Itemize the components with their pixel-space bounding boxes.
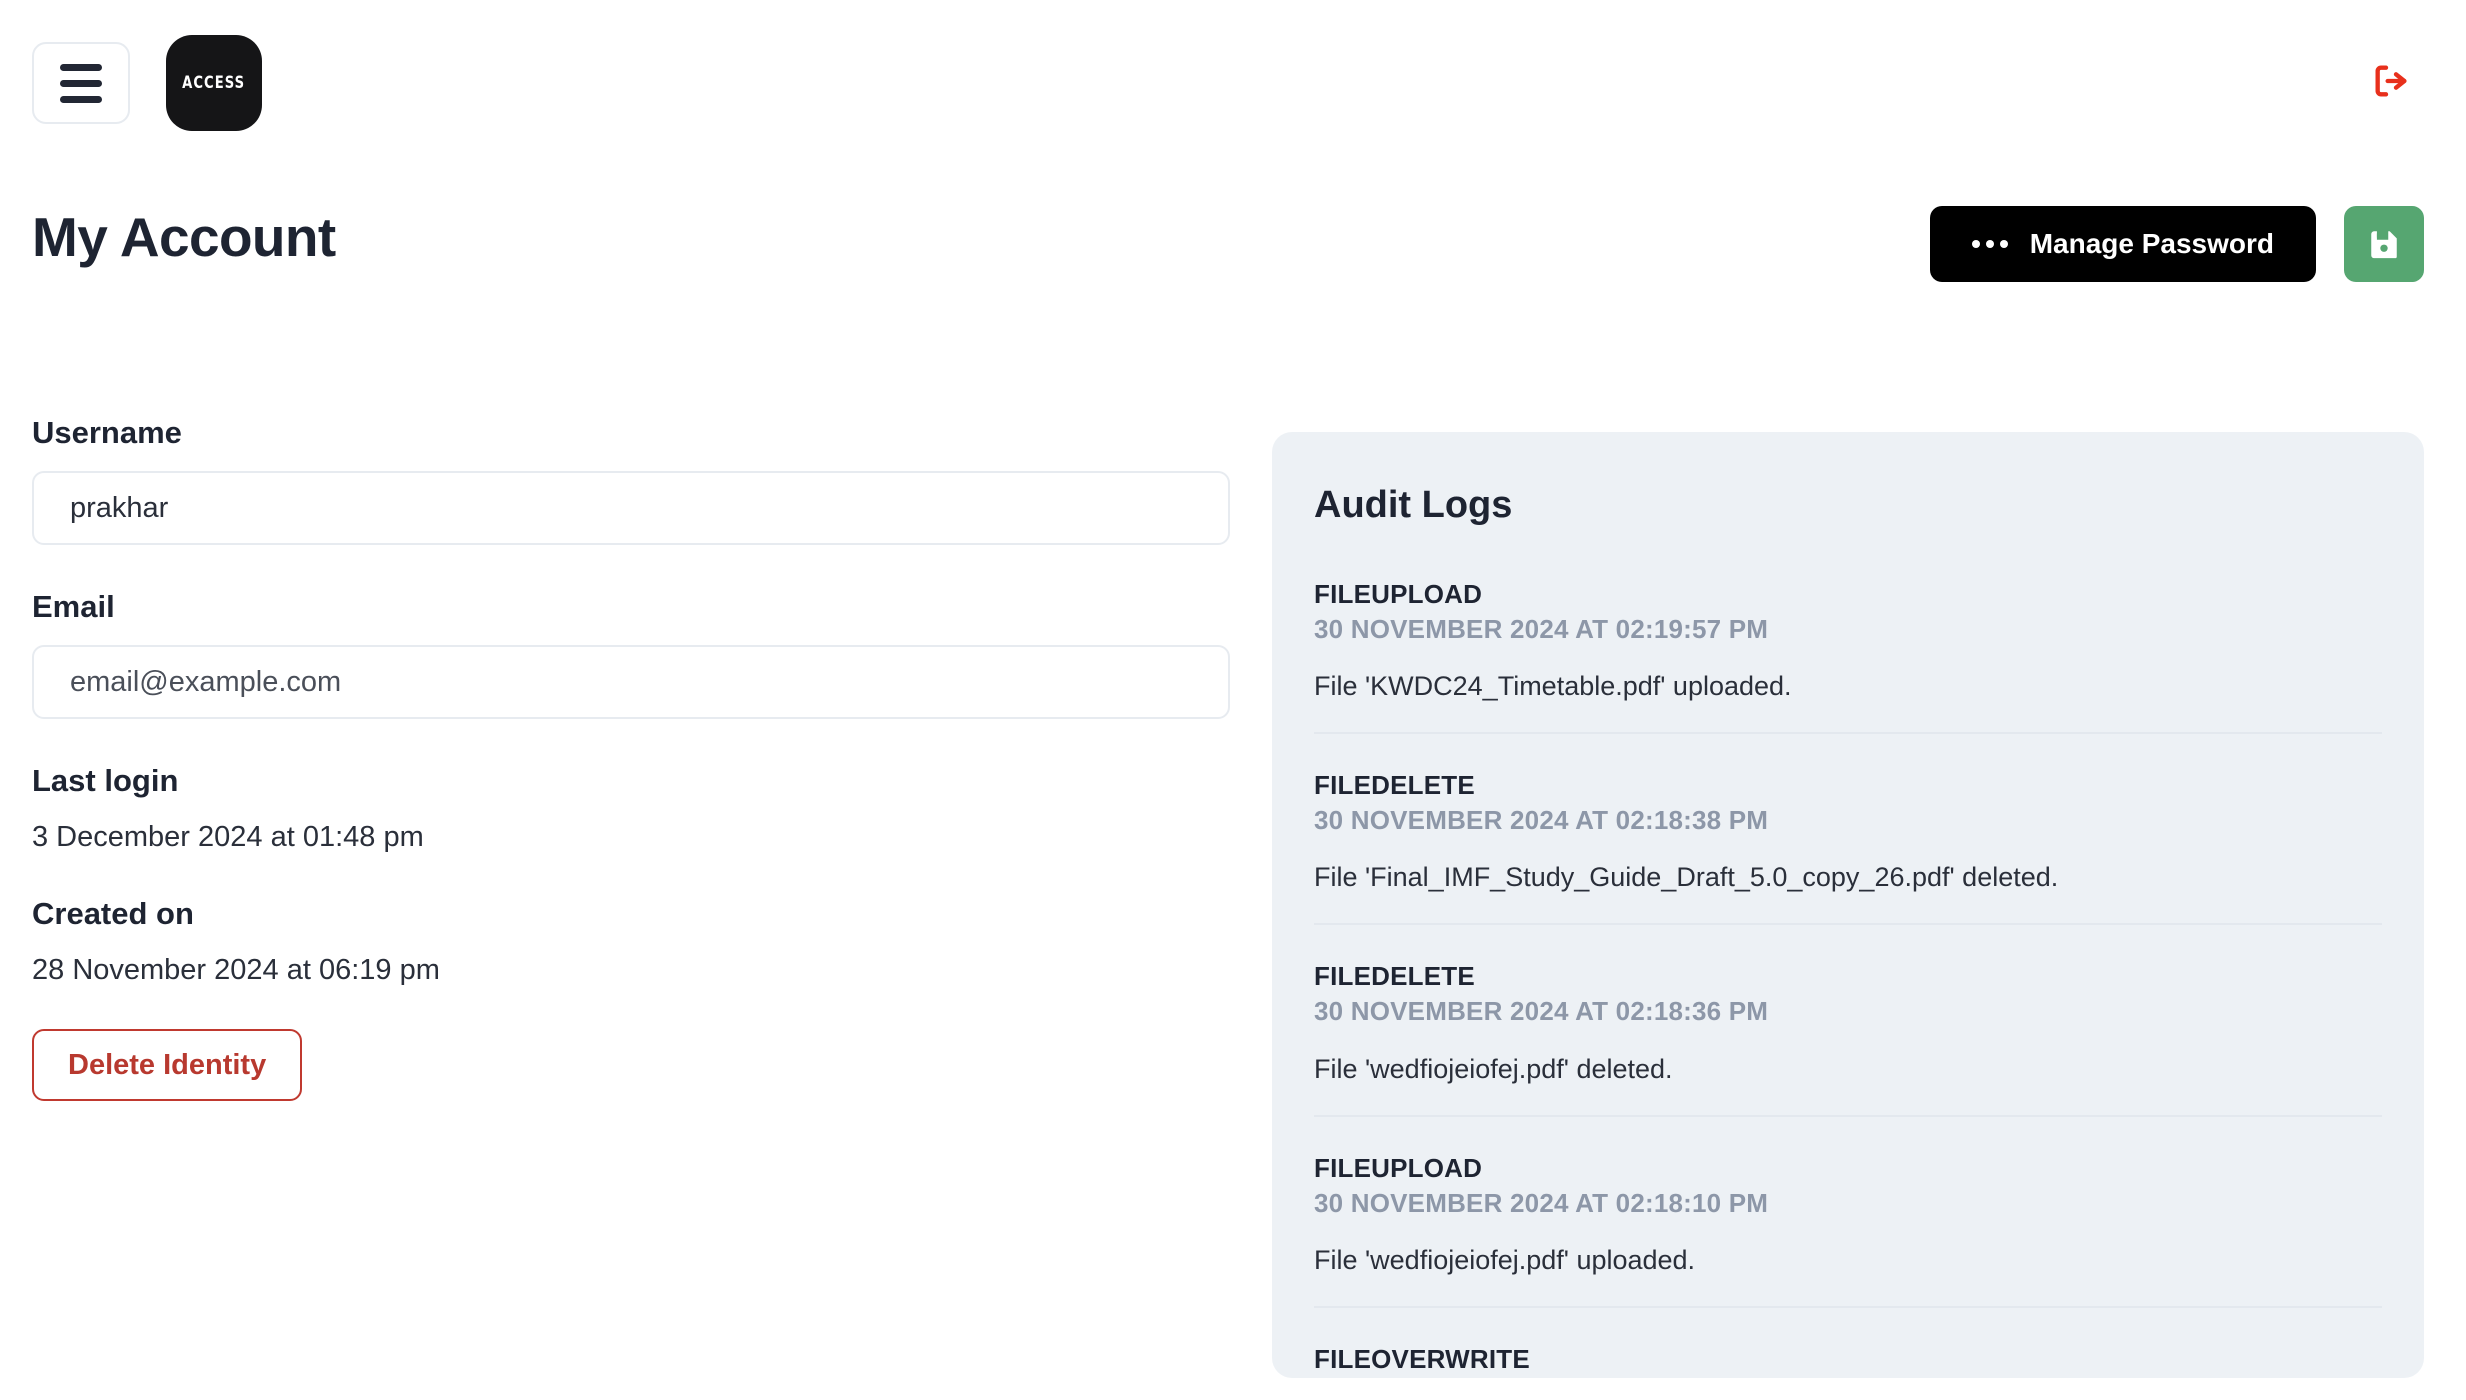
log-description: File 'Final_IMF_Study_Guide_Draft_5.0_co… xyxy=(1314,862,2059,893)
log-action: FILEUPLOAD xyxy=(1314,1152,1483,1183)
log-item[interactable]: FILEDELETE 30 NOVEMBER 2024 AT 02:18:38 … xyxy=(1314,734,2382,926)
last-login-value: 3 December 2024 at 01:48 pm xyxy=(32,821,424,853)
save-button[interactable] xyxy=(2344,206,2424,282)
created-on-label: Created on xyxy=(32,896,194,931)
audit-logs-panel[interactable]: Audit Logs FILEUPLOAD 30 NOVEMBER 2024 A… xyxy=(1272,432,2424,1378)
account-form: Username Email Last login 3 December 202… xyxy=(32,415,1232,1101)
hamburger-menu-icon xyxy=(60,63,102,103)
log-timestamp: 30 NOVEMBER 2024 AT 02:19:57 PM xyxy=(1314,614,1769,645)
top-bar: ACCESS xyxy=(0,0,2466,150)
log-action: FILEUPLOAD xyxy=(1314,579,1483,609)
email-input[interactable] xyxy=(32,645,1230,719)
floppy-disk-save-icon xyxy=(2371,231,2397,259)
log-description: File 'wedfiojeiofej.pdf' deleted. xyxy=(1314,1053,1673,1084)
three-dots-icon xyxy=(1971,240,2008,248)
log-description: File 'wedfiojeiofej.pdf' uploaded. xyxy=(1314,1244,1696,1275)
created-on-value: 28 November 2024 at 06:19 pm xyxy=(32,954,440,986)
log-item[interactable]: FILEUPLOAD 30 NOVEMBER 2024 AT 02:18:10 … xyxy=(1314,1117,2382,1308)
log-timestamp: 30 NOVEMBER 2024 AT 02:18:36 PM xyxy=(1314,996,1769,1027)
log-description: File 'KWDC24_Timetable.pdf' uploaded. xyxy=(1314,671,1792,702)
audit-logs-title: Audit Logs xyxy=(1314,484,1513,526)
log-action: FILEDELETE xyxy=(1314,961,1475,992)
app-logo-text: ACCESS xyxy=(182,73,246,93)
log-action: FILEDELETE xyxy=(1314,770,1475,801)
log-item[interactable]: FILEOVERWRITE xyxy=(1314,1308,2382,1378)
logout-icon xyxy=(2375,65,2407,97)
log-item[interactable]: FILEDELETE 30 NOVEMBER 2024 AT 02:18:36 … xyxy=(1314,925,2382,1117)
page-title: My Account xyxy=(32,206,336,268)
log-action: FILEOVERWRITE xyxy=(1314,1343,1530,1374)
header-actions: Manage Password xyxy=(1929,206,2424,282)
log-item[interactable]: FILEUPLOAD 30 NOVEMBER 2024 AT 02:19:57 … xyxy=(1314,543,2382,735)
last-login-label: Last login xyxy=(32,763,179,798)
manage-password-label: Manage Password xyxy=(2029,228,2274,259)
username-label: Username xyxy=(32,415,182,450)
log-timestamp: 30 NOVEMBER 2024 AT 02:18:38 PM xyxy=(1314,805,1769,836)
app-logo[interactable]: ACCESS xyxy=(166,35,262,131)
hamburger-menu-button[interactable] xyxy=(32,42,130,124)
log-timestamp: 30 NOVEMBER 2024 AT 02:18:10 PM xyxy=(1314,1187,1769,1218)
email-label: Email xyxy=(32,589,115,624)
logout-button[interactable] xyxy=(2368,58,2414,104)
manage-password-button[interactable]: Manage Password xyxy=(1929,206,2316,282)
delete-identity-button[interactable]: Delete Identity xyxy=(32,1029,303,1101)
my-account-page: ACCESS My Account Manage Password Userna… xyxy=(0,0,2466,1400)
username-input[interactable] xyxy=(32,471,1230,545)
